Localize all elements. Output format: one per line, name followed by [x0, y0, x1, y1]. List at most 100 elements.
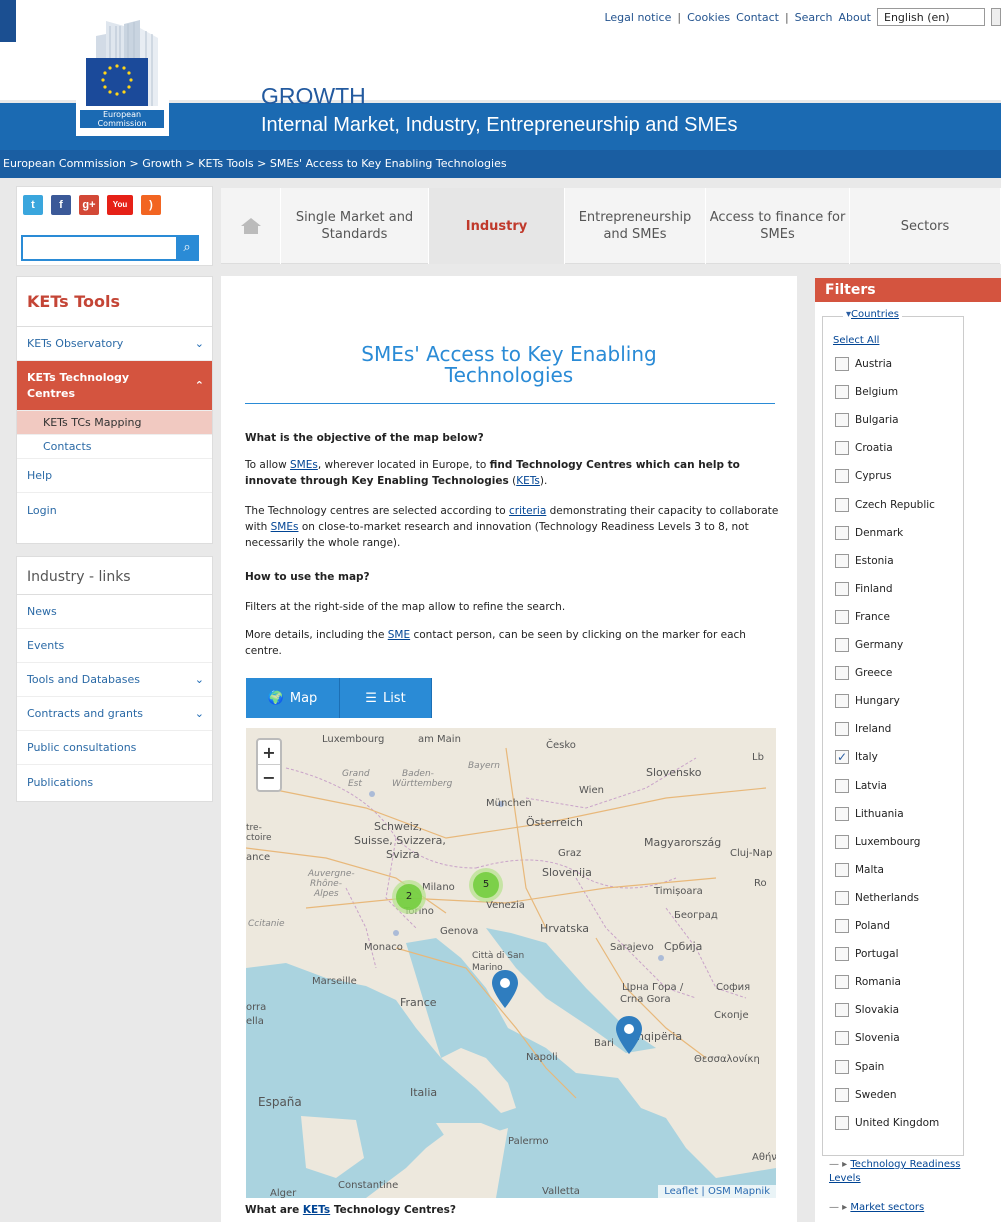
checkbox[interactable] [835, 413, 849, 428]
tab-list[interactable]: ☰ List [340, 678, 432, 718]
search-link[interactable]: Search [795, 11, 833, 24]
search-input[interactable]: ⌕ [21, 235, 199, 261]
checkbox[interactable] [835, 947, 849, 962]
sidebar-item-news[interactable]: News [17, 595, 212, 629]
checkbox[interactable] [835, 1087, 849, 1102]
country-checkbox[interactable]: Slovenia [835, 1031, 900, 1046]
market-sectors-link[interactable]: Market sectors [850, 1202, 924, 1213]
sidebar-item-events[interactable]: Events [17, 629, 212, 663]
chevron-down-icon[interactable]: ⌄ [195, 673, 204, 686]
checkbox[interactable] [835, 497, 849, 512]
checkbox[interactable] [835, 862, 849, 877]
checkbox[interactable] [835, 357, 849, 371]
sidebar-item-tools-databases[interactable]: Tools and Databases ⌄ [17, 663, 212, 697]
breadcrumb-item[interactable]: KETs Tools [198, 157, 253, 170]
select-all-link[interactable]: Select All [833, 335, 879, 346]
country-checkbox[interactable]: Bulgaria [835, 413, 899, 428]
checkbox[interactable] [835, 525, 849, 540]
checkbox[interactable] [835, 581, 849, 596]
checkbox[interactable] [835, 1115, 849, 1130]
chevron-up-icon[interactable]: ⌃ [195, 378, 204, 394]
sidebar-item-kets-observatory[interactable]: KETs Observatory ⌄ [17, 327, 212, 361]
sidebar-item-contacts[interactable]: Contacts [17, 435, 212, 459]
country-checkbox[interactable]: Finland [835, 581, 893, 596]
nav-industry[interactable]: Industry [429, 188, 565, 264]
country-checkbox[interactable]: Malta [835, 862, 884, 877]
kets-link[interactable]: KETs [303, 1204, 330, 1216]
nav-sectors[interactable]: Sectors [850, 188, 1001, 264]
country-checkbox[interactable]: Romania [835, 975, 901, 990]
sidebar-item-kets-tcs-mapping[interactable]: KETs TCs Mapping [17, 411, 212, 435]
checkbox[interactable] [835, 806, 849, 821]
map-attribution[interactable]: Leaflet | OSM Mapnik [658, 1185, 776, 1198]
map-view[interactable]: Luxembourg am Main Česko Grand Est Baden- Wü… [246, 728, 776, 1198]
country-checkbox[interactable]: Germany [835, 638, 903, 652]
checkbox[interactable] [835, 834, 849, 849]
tab-map[interactable]: 🌍 Map [246, 678, 340, 718]
chevron-down-icon[interactable]: ⌄ [195, 707, 204, 720]
checkbox-checked[interactable]: ✓ [835, 750, 849, 765]
checkbox[interactable] [835, 1059, 849, 1074]
zoom-out-button[interactable]: − [258, 765, 280, 790]
legal-notice-link[interactable]: Legal notice [604, 11, 671, 24]
youtube-icon[interactable]: You [107, 195, 133, 215]
checkbox[interactable] [835, 469, 849, 484]
country-checkbox[interactable]: France [835, 609, 890, 624]
country-checkbox[interactable]: Austria [835, 357, 892, 371]
countries-link[interactable]: Countries [851, 309, 899, 320]
country-checkbox[interactable]: Croatia [835, 441, 893, 456]
checkbox[interactable] [835, 975, 849, 990]
country-checkbox[interactable]: Denmark [835, 525, 903, 540]
smes-link[interactable]: SMEs [271, 521, 299, 533]
sidebar-item-public-consultations[interactable]: Public consultations [17, 731, 212, 765]
market-filter[interactable]: — ▸ Market sectors [829, 1202, 924, 1213]
country-checkbox[interactable]: Netherlands [835, 890, 919, 905]
sidebar-item-contracts-grants[interactable]: Contracts and grants ⌄ [17, 697, 212, 731]
checkbox[interactable] [835, 778, 849, 793]
checkbox[interactable] [835, 553, 849, 568]
about-link[interactable]: About [838, 11, 871, 24]
country-checkbox[interactable]: Hungary [835, 694, 900, 709]
map-pin-icon[interactable] [492, 970, 518, 1008]
sidebar-item-login[interactable]: Login [17, 493, 212, 527]
trl-link[interactable]: Technology Readiness Levels [829, 1159, 960, 1184]
nav-single-market[interactable]: Single Market and Standards [281, 188, 429, 264]
checkbox[interactable] [835, 638, 849, 652]
checkbox[interactable] [835, 919, 849, 933]
map-pin-icon[interactable] [616, 1016, 642, 1054]
home-icon[interactable] [221, 188, 281, 264]
cookies-link[interactable]: Cookies [687, 11, 730, 24]
country-checkbox[interactable]: Cyprus [835, 469, 892, 484]
country-checkbox[interactable]: Poland [835, 919, 890, 933]
trl-filter[interactable]: — ▸ Technology Readiness Levels [829, 1158, 989, 1186]
zoom-in-button[interactable]: + [258, 740, 280, 765]
sme-link[interactable]: SME [388, 629, 410, 641]
checkbox[interactable] [835, 694, 849, 709]
checkbox[interactable] [835, 385, 849, 400]
country-checkbox[interactable]: Ireland [835, 722, 891, 737]
sidebar-item-publications[interactable]: Publications [17, 765, 212, 799]
breadcrumb-item[interactable]: European Commission [3, 157, 126, 170]
language-go-button[interactable] [991, 8, 1001, 26]
rss-icon[interactable]: ) [141, 195, 161, 215]
googleplus-icon[interactable]: g+ [79, 195, 99, 215]
cluster-marker[interactable]: 5 [469, 868, 503, 902]
country-checkbox[interactable]: Latvia [835, 778, 887, 793]
countries-toggle[interactable]: ▾Countries [843, 309, 902, 320]
country-checkbox[interactable]: Sweden [835, 1087, 897, 1102]
criteria-link[interactable]: criteria [509, 505, 546, 517]
country-checkbox[interactable]: Belgium [835, 385, 898, 400]
checkbox[interactable] [835, 1031, 849, 1046]
kets-link[interactable]: KETs [516, 475, 540, 487]
sidebar-item-kets-technology-centres[interactable]: KETs Technology Centres ⌃ [17, 361, 212, 411]
language-select[interactable]: English (en) [877, 8, 985, 26]
checkbox[interactable] [835, 890, 849, 905]
nav-entrepreneurship[interactable]: Entrepreneurship and SMEs [565, 188, 706, 264]
country-checkbox[interactable]: Portugal [835, 947, 899, 962]
country-checkbox[interactable]: Luxembourg [835, 834, 920, 849]
country-checkbox[interactable]: Greece [835, 666, 892, 681]
chevron-down-icon[interactable]: ⌄ [195, 337, 204, 350]
facebook-icon[interactable]: f [51, 195, 71, 215]
country-checkbox[interactable]: Spain [835, 1059, 884, 1074]
checkbox[interactable] [835, 609, 849, 624]
